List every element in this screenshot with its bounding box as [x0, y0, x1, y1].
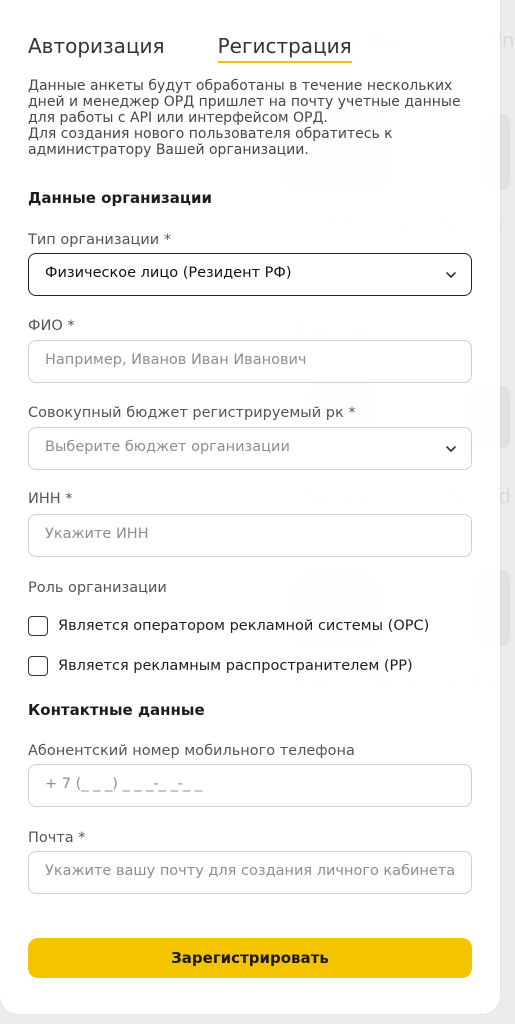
fio-label: ФИО * [28, 318, 75, 334]
role-rr-option[interactable]: Является рекламным распространителем (РР… [28, 656, 413, 676]
chevron-down-icon [446, 272, 456, 278]
role-rr-checkbox[interactable] [28, 656, 48, 676]
inn-input[interactable]: Укажите ИНН [28, 514, 472, 557]
inn-placeholder: Укажите ИНН [45, 526, 149, 542]
phone-placeholder: + 7 (_ _ _) _ _ _-_ _-_ _ [45, 776, 203, 792]
section-title-contacts: Контактные данные [28, 701, 205, 719]
phone-input[interactable]: + 7 (_ _ _) _ _ _-_ _-_ _ [28, 764, 472, 807]
role-ors-option[interactable]: Является оператором рекламной системы (О… [28, 616, 429, 636]
budget-select[interactable]: Выберите бюджет организации [28, 427, 472, 470]
budget-placeholder: Выберите бюджет организации [45, 439, 290, 455]
tab-register[interactable]: Регистрация [217, 34, 352, 63]
fio-placeholder: Например, Иванов Иван Иванович [45, 352, 307, 368]
section-title-role: Роль организации [28, 580, 167, 596]
tab-login[interactable]: Авторизация [28, 34, 165, 63]
role-rr-label: Является рекламным распространителем (РР… [58, 658, 413, 674]
intro-text: Данные анкеты будут обработаны в течение… [28, 78, 461, 158]
org-type-label: Тип организации * [28, 232, 172, 248]
phone-label: Абонентский номер мобильного телефона [28, 743, 355, 759]
budget-label: Совокупный бюджет регистрируемый рк * [28, 405, 356, 421]
email-input[interactable]: Укажите вашу почту для создания личного … [28, 851, 472, 894]
role-ors-label: Является оператором рекламной системы (О… [58, 618, 430, 634]
org-type-select[interactable]: Физическое лицо (Резидент РФ) [28, 253, 472, 296]
chevron-down-icon [446, 446, 456, 452]
section-title-organization: Данные организации [28, 189, 213, 207]
fio-input[interactable]: Например, Иванов Иван Иванович [28, 340, 472, 383]
email-label: Почта * [28, 830, 86, 846]
role-ors-checkbox[interactable] [28, 616, 48, 636]
auth-tabs: Авторизация Регистрация [28, 34, 352, 63]
email-placeholder: Укажите вашу почту для создания личного … [45, 863, 456, 879]
inn-label: ИНН * [28, 491, 73, 507]
org-type-value: Физическое лицо (Резидент РФ) [45, 265, 292, 281]
register-button[interactable]: Зарегистрировать [28, 938, 472, 978]
registration-panel: Авторизация Регистрация Данные анкеты бу… [0, 0, 500, 1014]
